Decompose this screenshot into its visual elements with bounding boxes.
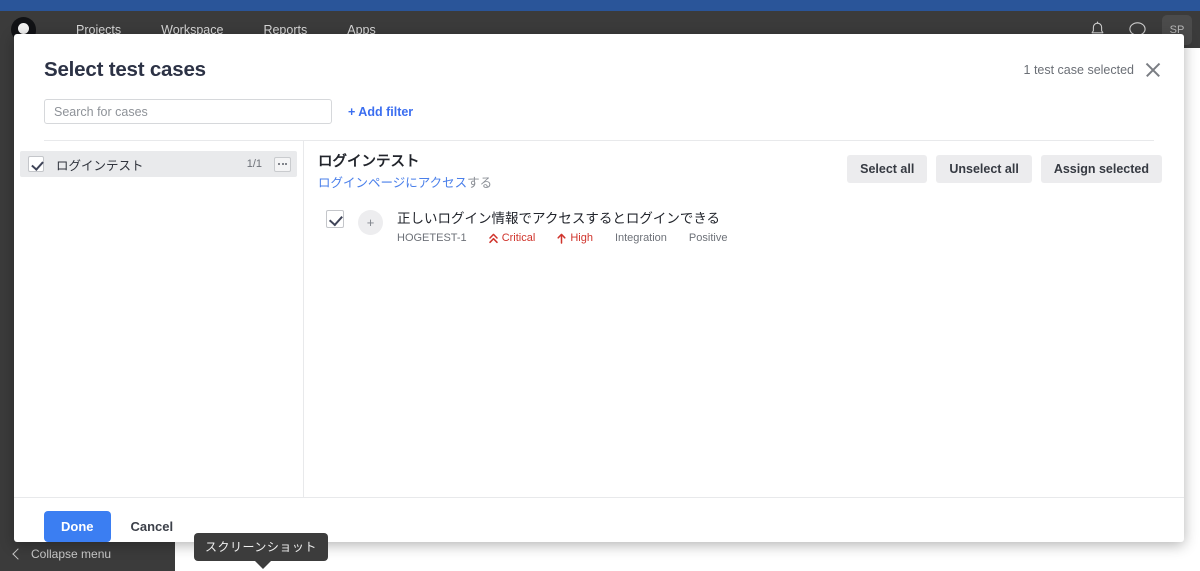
suite-title: ログインテスト [318,154,420,170]
tooltip-text: スクリーンショット [194,533,328,561]
close-icon[interactable] [1144,61,1162,79]
dialog-footer: Done Cancel [14,497,1184,542]
collapse-menu-label: Collapse menu [31,547,112,561]
case-main: 正しいログイン情報でアクセスするとログインできる HOGETEST-1 Crit… [397,210,727,244]
done-button[interactable]: Done [44,511,111,542]
case-severity: Critical [488,232,536,244]
cases-pane: ログインテスト ログインページにアクセスする Select all Unsele… [304,141,1184,497]
case-checkbox[interactable] [326,210,344,228]
case-severity-label: Critical [501,232,536,244]
case-priority: High [557,232,593,244]
case-id: HOGETEST-1 [397,232,467,244]
suite-subtitle-link[interactable]: ログインページにアクセス [318,176,467,190]
header-divider [44,140,1154,141]
cases-header: ログインテスト ログインページにアクセスする Select all Unsele… [318,153,1162,192]
unselect-all-button[interactable]: Unselect all [936,155,1032,183]
case-title: 正しいログイン情報でアクセスするとログインできる [397,211,721,226]
add-assignee-icon[interactable]: + [358,210,383,235]
select-test-cases-dialog: Select test cases 1 test case selected +… [14,34,1184,542]
tree-item-label: ログインテスト [56,158,144,173]
page-title: Select test cases [44,58,206,81]
tree-item-checkbox[interactable] [28,156,44,172]
chevron-left-icon [12,548,24,560]
double-chevron-up-icon [488,233,498,244]
suite-tree-pane: ログインテスト 1/1 [14,141,304,497]
search-row: + Add filter [44,82,1154,124]
case-type: Positive [688,232,728,244]
search-input[interactable] [44,99,332,124]
table-row[interactable]: + 正しいログイン情報でアクセスするとログインできる HOGETEST-1 Cr… [318,192,1162,244]
browser-chrome-bar [0,0,1200,11]
collapse-menu-button[interactable]: Collapse menu [0,537,175,571]
dialog-header: Select test cases 1 test case selected +… [14,34,1184,141]
case-priority-label: High [570,232,593,244]
case-metadata: HOGETEST-1 Critical High Integration Pos… [397,232,727,244]
add-filter-button[interactable]: + Add filter [348,105,413,119]
case-layer: Integration [614,232,667,244]
arrow-up-icon [557,233,566,244]
cases-header-actions: Select all Unselect all Assign selected [847,153,1162,183]
assign-selected-button[interactable]: Assign selected [1040,155,1162,183]
dialog-body: ログインテスト 1/1 ログインテスト ログインページにアクセスする Selec… [14,141,1184,497]
select-all-button[interactable]: Select all [847,155,928,183]
screenshot-tooltip: スクリーンショット [194,533,328,569]
suite-subtitle: ログインページにアクセスする [318,174,847,192]
tooltip-arrow [254,561,271,569]
suite-titles: ログインテスト ログインページにアクセスする [318,153,847,192]
ellipsis-icon[interactable] [274,156,291,172]
selected-count-label: 1 test case selected [1023,63,1134,77]
tree-item-login-test[interactable]: ログインテスト 1/1 [20,151,297,177]
dialog-header-right: 1 test case selected [1024,61,1162,79]
suite-subtitle-muted: する [467,176,493,190]
cancel-button[interactable]: Cancel [121,511,184,542]
tree-item-count: 1/1 [246,158,262,170]
